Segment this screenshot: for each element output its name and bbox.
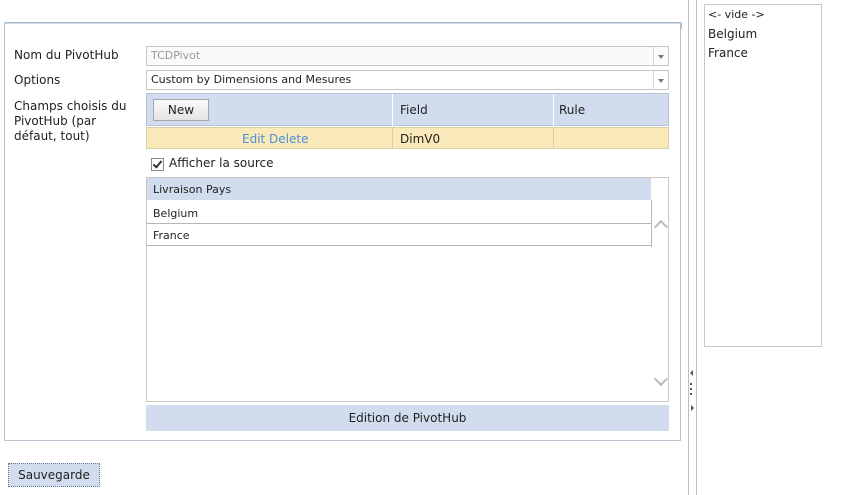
column-header-rule[interactable]: Rule: [559, 103, 585, 117]
list-item[interactable]: <- vide ->: [708, 8, 765, 21]
grip-dot-icon[interactable]: [690, 388, 692, 390]
column-header-field[interactable]: Field: [400, 103, 428, 117]
list-item[interactable]: [147, 202, 651, 224]
list-item[interactable]: Belgium: [708, 27, 757, 41]
name-value: TCDPivot: [151, 49, 201, 62]
column-divider: [553, 94, 554, 127]
name-label: Nom du PivotHub: [14, 48, 119, 62]
options-combobox[interactable]: Custom by Dimensions and Mesures: [146, 70, 669, 90]
show-source-checkbox[interactable]: [151, 158, 164, 171]
row-field-cell: DimV0: [400, 132, 441, 146]
column-divider: [553, 128, 554, 148]
list-item[interactable]: France: [708, 46, 748, 60]
column-divider: [392, 128, 393, 148]
grip-dot-icon[interactable]: [690, 393, 692, 395]
fields-label: Champs choisis du PivotHub (par défaut, …: [14, 99, 127, 143]
options-value: Custom by Dimensions and Mesures: [151, 73, 352, 86]
chevron-down-icon[interactable]: [653, 47, 668, 65]
chevron-down-icon[interactable]: [653, 71, 668, 89]
splitter-border: [688, 0, 689, 495]
collapse-left-icon[interactable]: [690, 370, 693, 376]
list-item-label: France: [153, 229, 190, 242]
list-item-label: Belgium: [153, 207, 199, 220]
divider: [651, 200, 652, 247]
grip-dot-icon[interactable]: [690, 383, 692, 385]
show-source-label: Afficher la source: [169, 156, 274, 170]
list-item[interactable]: [147, 224, 651, 246]
source-header-label: Livraison Pays: [153, 183, 232, 196]
name-combobox[interactable]: TCDPivot: [146, 46, 669, 66]
new-button[interactable]: New: [153, 99, 209, 121]
options-label: Options: [14, 73, 61, 87]
edit-delete-links[interactable]: Edit Delete: [242, 132, 308, 146]
edition-pivothub-button[interactable]: Edition de PivotHub: [146, 405, 669, 431]
column-divider: [392, 94, 393, 127]
collapse-right-icon[interactable]: [691, 405, 694, 411]
splitter-border: [696, 0, 697, 495]
save-button[interactable]: Sauvegarde: [8, 463, 100, 487]
